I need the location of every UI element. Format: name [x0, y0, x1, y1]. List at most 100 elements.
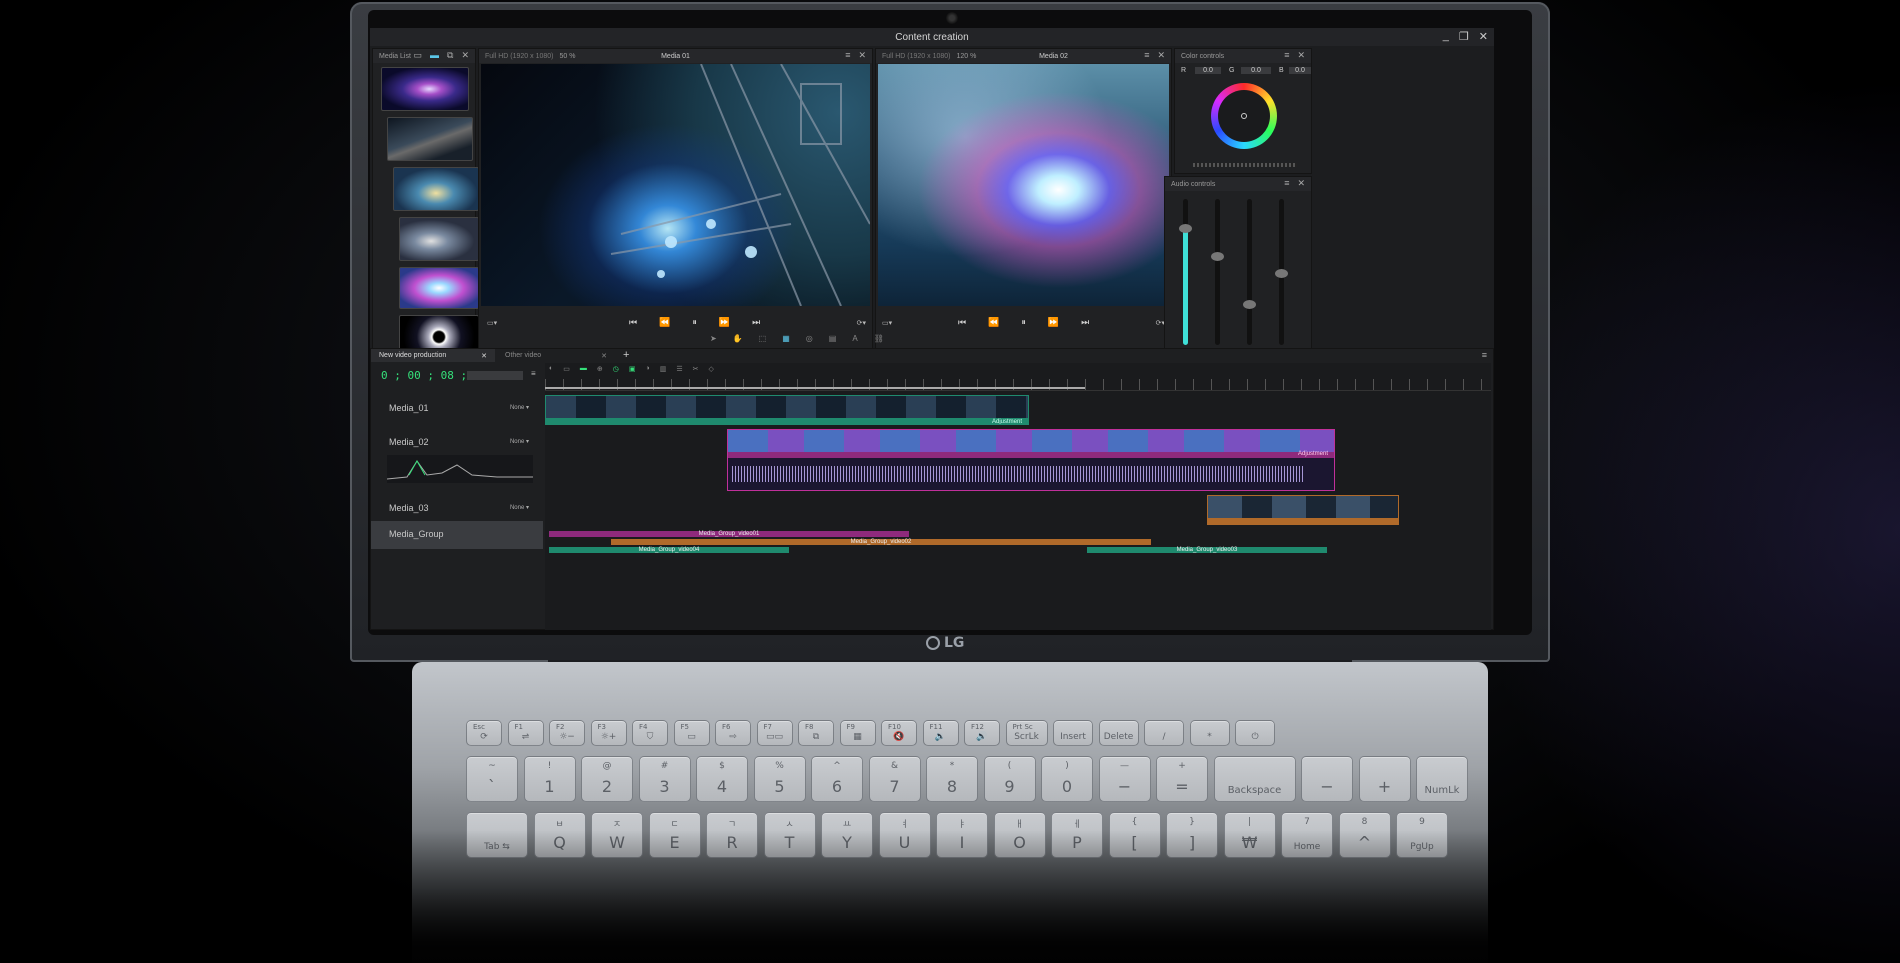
key[interactable]: #3 [638, 756, 691, 802]
track-blend-select[interactable]: None ▾ [510, 404, 529, 411]
restore-icon[interactable]: ❐ [1459, 30, 1469, 43]
key[interactable]: Esc ⟳ [466, 720, 502, 746]
menu-icon[interactable]: ≡ [1284, 178, 1289, 189]
track-blend-select[interactable]: None ▾ [510, 504, 529, 511]
menu-icon[interactable]: ≡ [1144, 50, 1149, 61]
group-video01[interactable]: Media_Group_video01 [549, 531, 909, 537]
audio-fader-track[interactable] [1211, 199, 1224, 345]
fast-forward-icon[interactable]: ⏩ [719, 317, 730, 328]
key[interactable]: − [1301, 756, 1353, 802]
key[interactable]: F5 ▭ [673, 720, 710, 746]
key[interactable]: & 7 [868, 756, 921, 802]
duplicate-icon[interactable]: ⧉ [447, 50, 453, 61]
key[interactable]: ⏻ [1235, 720, 1275, 746]
key[interactable]: Insert [1053, 720, 1093, 746]
close-icon[interactable]: ✕ [1479, 30, 1488, 43]
key[interactable]: F8 ⧉ [798, 720, 834, 746]
skip-start-icon[interactable]: ⏮ [629, 317, 637, 328]
link-tool-icon[interactable]: ⛓ [874, 334, 884, 343]
list-icon[interactable]: ≡ [531, 369, 536, 378]
key[interactable]: NumLk [1416, 756, 1468, 802]
key[interactable]: | ₩ [1223, 812, 1276, 858]
audio-fader-knob[interactable] [1179, 224, 1192, 233]
zoom-icon[interactable]: ⊕ [597, 365, 603, 373]
skip-end-icon[interactable]: ⏭ [752, 317, 760, 328]
close-icon[interactable]: ✕ [461, 50, 469, 61]
clip-media-01[interactable]: Adjustment [545, 395, 1029, 425]
close-icon[interactable]: ✕ [1297, 50, 1305, 61]
skip-start-icon[interactable]: ⏮ [958, 317, 966, 328]
minimize-icon[interactable]: _ [1443, 30, 1449, 43]
add-tab-button[interactable]: + [623, 349, 629, 361]
key[interactable]: Tab ⇆ [466, 812, 528, 858]
folder-icon[interactable]: ▭ [414, 50, 423, 61]
media-thumbnail[interactable] [387, 117, 473, 161]
menu-icon[interactable]: ≡ [1284, 50, 1289, 61]
r-field[interactable]: 0.0 [1195, 67, 1221, 74]
monitor-icon[interactable]: ▭▾ [487, 319, 497, 327]
key[interactable]: ㅑI [936, 812, 988, 858]
key[interactable]: ㅂQ [533, 812, 586, 858]
clip-media-03[interactable] [1207, 495, 1399, 525]
key[interactable]: + [1358, 756, 1411, 802]
key[interactable]: F10 🔇 [881, 720, 917, 746]
ripple-icon[interactable]: ▬ [580, 365, 587, 373]
mask-icon[interactable]: ◑ [645, 365, 649, 373]
clock-icon[interactable]: ◷ [613, 365, 619, 373]
key[interactable]: Delete [1098, 720, 1139, 746]
export-icon[interactable]: ⟳▾ [857, 319, 866, 327]
key[interactable]: (9 [983, 756, 1036, 802]
tag-icon[interactable]: ◇ [708, 365, 713, 373]
pointer-tool-icon[interactable]: ➤ [710, 334, 717, 343]
key[interactable]: ㅔP [1051, 812, 1103, 858]
close-icon[interactable]: ✕ [858, 50, 866, 61]
key[interactable]: — − [1098, 756, 1151, 802]
media-thumbnail[interactable] [393, 167, 479, 211]
snap-icon[interactable]: ◐ [549, 365, 553, 373]
key[interactable]: 9 PgUp [1396, 812, 1448, 858]
group-video03[interactable]: Media_Group_video03 [1087, 547, 1327, 553]
key[interactable]: / [1144, 720, 1184, 746]
audio-fader-knob[interactable] [1211, 252, 1224, 261]
hand-tool-icon[interactable]: ✋ [733, 334, 743, 343]
track-header[interactable]: Media_Group [371, 521, 543, 549]
key[interactable]: ㅕU [878, 812, 931, 858]
key[interactable]: F4 ⛉ [632, 720, 668, 746]
color-wheel-handle[interactable] [1241, 113, 1247, 119]
viewer-canvas[interactable] [878, 64, 1169, 306]
rewind-icon[interactable]: ⏪ [988, 317, 999, 328]
key[interactable]: F2 ☼− [549, 720, 585, 746]
clapper-icon[interactable]: ▬ [430, 50, 439, 61]
key[interactable]: Prt Sc ScrLk [1005, 720, 1048, 746]
key[interactable]: F7 ▭▭ [756, 720, 793, 746]
color-wheel[interactable] [1211, 83, 1277, 149]
key[interactable]: F9 ▦ [839, 720, 876, 746]
timeline-search-input[interactable] [467, 371, 523, 380]
mask-tool-icon[interactable]: ◎ [806, 334, 813, 343]
audio-fader-knob[interactable] [1243, 300, 1256, 309]
key[interactable]: + = [1156, 756, 1208, 802]
close-icon[interactable]: ✕ [481, 352, 487, 360]
media-thumbnail[interactable] [399, 267, 479, 309]
text-tool-icon[interactable]: A [852, 334, 857, 343]
media-thumbnail[interactable] [399, 217, 479, 261]
tab-other-video[interactable]: Other video ✕ [497, 349, 615, 362]
key[interactable]: ) 0 [1041, 756, 1093, 802]
key[interactable]: {[ [1108, 812, 1161, 858]
key[interactable]: ! 1 [523, 756, 576, 802]
key[interactable]: @2 [581, 756, 633, 802]
group-video04[interactable]: Media_Group_video04 [549, 547, 789, 553]
menu-icon[interactable]: ≡ [845, 50, 850, 61]
g-field[interactable]: 0.0 [1241, 67, 1271, 74]
key[interactable]: 7 Home [1281, 812, 1333, 858]
key[interactable]: * [1189, 720, 1230, 746]
b-field[interactable]: 0.0 [1289, 67, 1311, 74]
clip-media-02[interactable]: Adjustment [727, 429, 1335, 491]
key[interactable]: $4 [696, 756, 748, 802]
audio-fader-knob[interactable] [1275, 269, 1288, 278]
key[interactable]: % 5 [753, 756, 806, 802]
key[interactable]: * 8 [926, 756, 978, 802]
track-header[interactable]: Media_02 None ▾ [371, 429, 543, 491]
key[interactable]: F12 🔊 [964, 720, 1000, 746]
key[interactable]: ~ ` [466, 756, 518, 802]
